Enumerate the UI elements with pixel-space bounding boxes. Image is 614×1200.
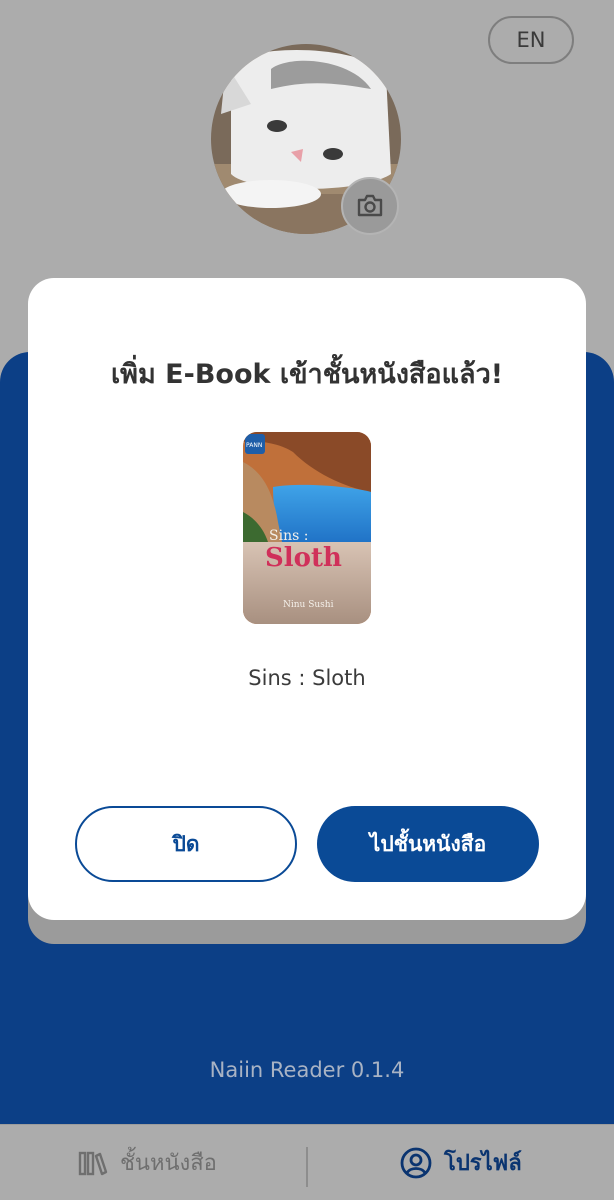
book-cover: Sins : Sloth Ninu Sushi PANN [243, 432, 371, 624]
change-photo-button[interactable] [341, 177, 399, 235]
bottom-nav: ชั้นหนังสือ โปรไฟล์ [0, 1124, 614, 1200]
app-version: Naiin Reader 0.1.4 [209, 1058, 405, 1082]
added-to-shelf-dialog: เพิ่ม E-Book เข้าชั้นหนังสือแล้ว! Sins :… [28, 278, 586, 920]
book-title: Sins : Sloth [248, 666, 366, 690]
close-button[interactable]: ปิด [75, 806, 297, 882]
nav-divider [306, 1147, 308, 1187]
cover-small-text: Sins : [269, 528, 308, 544]
camera-icon [357, 194, 383, 217]
go-to-bookshelf-button[interactable]: ไปชั้นหนังสือ [317, 806, 539, 882]
language-toggle[interactable]: EN [488, 16, 574, 64]
nav-profile-label: โปรไฟล์ [444, 1151, 522, 1176]
nav-bookshelf[interactable]: ชั้นหนังสือ [78, 1125, 217, 1200]
dialog-title: เพิ่ม E-Book เข้าชั้นหนังสือแล้ว! [110, 359, 504, 390]
profile-icon [400, 1147, 432, 1178]
cover-badge-text: PANN [246, 442, 262, 449]
cover-author-text: Ninu Sushi [283, 600, 334, 610]
nav-bookshelf-label: ชั้นหนังสือ [120, 1151, 217, 1176]
cover-large-text: Sloth [265, 543, 342, 573]
book-cover-art: Sins : Sloth Ninu Sushi PANN [243, 432, 371, 624]
nav-profile[interactable]: โปรไฟล์ [400, 1125, 522, 1200]
bookshelf-icon [78, 1151, 108, 1175]
